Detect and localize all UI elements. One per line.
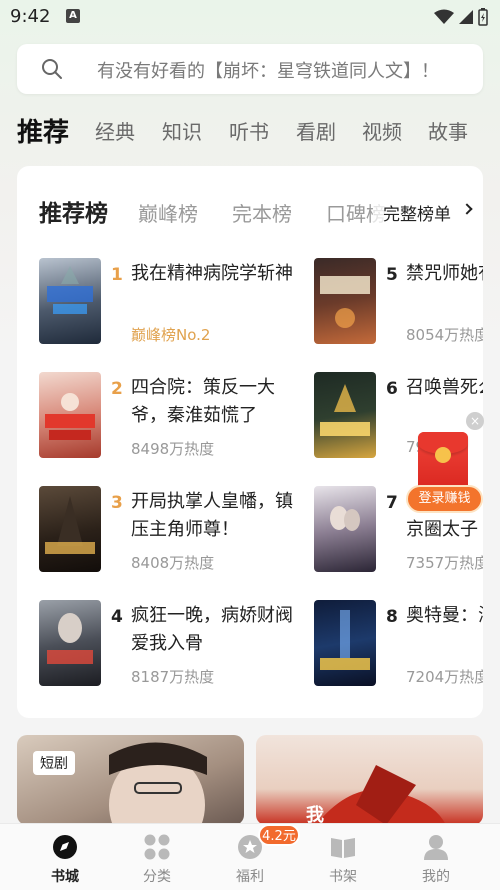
nav-bookstore[interactable]: 书城 bbox=[25, 824, 105, 890]
close-icon[interactable]: × bbox=[466, 412, 484, 430]
top-tabs: 推荐 经典 知识 听书 看剧 视频 故事 bbox=[0, 112, 500, 152]
app-notification-icon: A bbox=[66, 9, 80, 23]
rank-badge: 巅峰榜No.2 bbox=[131, 326, 211, 344]
nav-label: 福利 bbox=[236, 869, 264, 885]
tab-story[interactable]: 故事 bbox=[428, 116, 468, 145]
rank-tab-peak[interactable]: 巅峰榜 bbox=[138, 198, 198, 227]
tab-video[interactable]: 视频 bbox=[362, 116, 402, 145]
book-item[interactable]: 4 疯狂一晚，病娇财阀爱我入骨 8187万热度 bbox=[39, 600, 293, 692]
story-banner[interactable]: 我 bbox=[256, 735, 483, 825]
book-heat: 7204万热度 bbox=[406, 668, 483, 686]
rank-number: 6 bbox=[386, 379, 398, 399]
book-item[interactable]: 5 禁咒师她有不死之 8054万热度 bbox=[314, 258, 483, 350]
status-time: 9:42 bbox=[10, 6, 51, 27]
book-cover bbox=[314, 486, 376, 572]
rank-tab-finished[interactable]: 完本榜 bbox=[232, 198, 292, 227]
banner-text: 我 bbox=[306, 805, 324, 825]
short-drama-banner[interactable]: 短剧 bbox=[17, 735, 244, 825]
book-heat: 8498万热度 bbox=[131, 440, 215, 458]
compass-icon bbox=[53, 835, 77, 859]
book-title: 京圈太子 bbox=[406, 519, 478, 540]
book-cover bbox=[39, 486, 101, 572]
rank-number: 4 bbox=[111, 607, 123, 627]
book-cover bbox=[39, 258, 101, 344]
rank-number: 1 bbox=[111, 265, 123, 285]
book-title: 奥特曼：海帕杰顿 bbox=[406, 605, 483, 626]
rank-number: 3 bbox=[111, 493, 123, 513]
banner-art bbox=[316, 765, 446, 825]
book-title: 疯狂一晚，病娇财阀爱我入骨 bbox=[131, 605, 293, 654]
book-cover bbox=[314, 600, 376, 686]
signal-icon bbox=[459, 10, 473, 24]
book-title: 禁咒师她有不死之 bbox=[406, 263, 483, 284]
search-bar[interactable]: 有没有好看的【崩坏：星穹铁道同人文】！ bbox=[17, 44, 483, 94]
status-bar: 9:42 A bbox=[0, 0, 500, 34]
battery-icon bbox=[478, 8, 488, 26]
search-placeholder: 有没有好看的【崩坏：星穹铁道同人文】！ bbox=[97, 61, 439, 82]
banner-art bbox=[109, 742, 207, 825]
rank-tab-recommend[interactable]: 推荐榜 bbox=[39, 194, 108, 228]
tab-classic[interactable]: 经典 bbox=[95, 116, 135, 145]
chevron-right-icon bbox=[461, 203, 473, 215]
nav-bookshelf[interactable]: 书架 bbox=[303, 824, 383, 890]
rank-number: 2 bbox=[111, 379, 123, 399]
red-packet-icon[interactable] bbox=[418, 432, 468, 492]
tab-knowledge[interactable]: 知识 bbox=[162, 116, 202, 145]
book-title: 我在精神病院学斩神 bbox=[131, 263, 293, 284]
login-earn-button[interactable]: 登录赚钱 bbox=[406, 485, 483, 513]
rank-number: 8 bbox=[386, 607, 398, 627]
short-drama-tag: 短剧 bbox=[33, 751, 75, 775]
book-cover bbox=[314, 258, 376, 344]
nav-profile[interactable]: 我的 bbox=[396, 824, 476, 890]
search-icon bbox=[42, 59, 62, 79]
book-cover bbox=[39, 372, 101, 458]
tab-drama[interactable]: 看剧 bbox=[296, 116, 336, 145]
packet-seal bbox=[435, 447, 451, 463]
rank-number: 5 bbox=[386, 265, 398, 285]
rank-number: 7 bbox=[386, 493, 398, 513]
book-cover bbox=[39, 600, 101, 686]
bookshelf-icon bbox=[331, 838, 355, 858]
user-icon bbox=[424, 835, 448, 860]
book-heat: 8408万热度 bbox=[131, 554, 215, 572]
category-icon bbox=[144, 834, 170, 860]
welfare-badge: 4.2元 bbox=[258, 824, 300, 846]
status-icons bbox=[434, 8, 488, 26]
nav-label: 分类 bbox=[143, 869, 171, 885]
bottom-nav: 书城 分类 福利 书架 我的 bbox=[0, 823, 500, 890]
book-heat: 8054万热度 bbox=[406, 326, 483, 344]
ranking-card: 推荐榜 巅峰榜 完本榜 口碑榜 完整榜单 1 我在精神病院学斩神 巅峰榜No.2… bbox=[17, 166, 483, 718]
nav-label: 书架 bbox=[329, 869, 357, 885]
book-cover bbox=[314, 372, 376, 458]
tab-recommend[interactable]: 推荐 bbox=[17, 112, 69, 149]
nav-category[interactable]: 分类 bbox=[117, 824, 197, 890]
nav-label: 书城 bbox=[51, 869, 79, 885]
book-heat: 8187万热度 bbox=[131, 668, 215, 686]
book-title: 召唤兽死么全是传 bbox=[406, 377, 483, 398]
book-item[interactable]: 2 四合院：策反一大爷，秦淮茹慌了 8498万热度 bbox=[39, 372, 275, 464]
book-item[interactable]: 8 奥特曼：海帕杰顿 7204万热度 bbox=[314, 600, 483, 692]
book-title: 四合院：策反一大爷，秦淮茹慌了 bbox=[131, 377, 275, 426]
book-heat: 7357万热度 bbox=[406, 554, 483, 572]
nav-label: 我的 bbox=[422, 869, 450, 885]
book-item[interactable]: 3 开局执掌人皇幡，镇压主角师尊！ 8408万热度 bbox=[39, 486, 293, 578]
book-title: 开局执掌人皇幡，镇压主角师尊！ bbox=[131, 491, 293, 540]
full-list-button[interactable]: 完整榜单 bbox=[373, 188, 483, 234]
full-list-label: 完整榜单 bbox=[383, 205, 451, 225]
wifi-icon bbox=[434, 9, 454, 24]
tab-audiobook[interactable]: 听书 bbox=[229, 116, 269, 145]
book-item[interactable]: 1 我在精神病院学斩神 巅峰榜No.2 bbox=[39, 258, 293, 350]
